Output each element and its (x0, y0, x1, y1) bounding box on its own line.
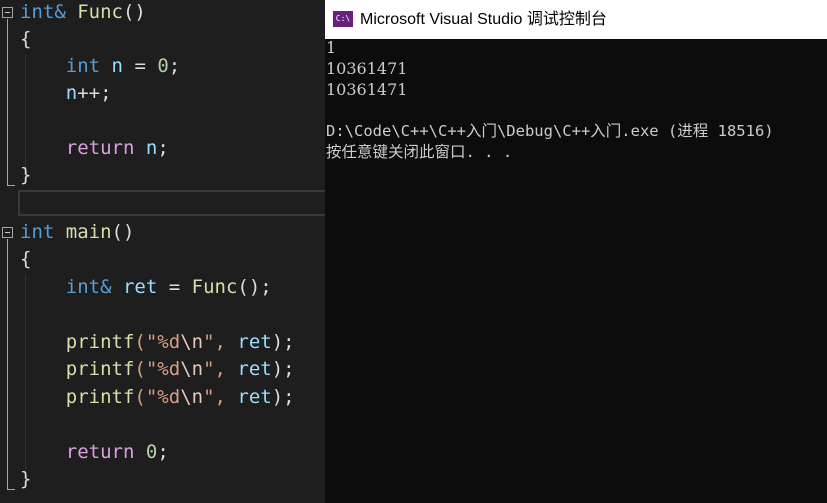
code-line-open-brace[interactable]: { (20, 26, 31, 53)
parens: ); (271, 331, 295, 353)
fold-guide-main (7, 239, 8, 489)
code-line-increment[interactable]: n++; (20, 80, 112, 107)
debug-console-window[interactable]: C:\ Microsoft Visual Studio 调试控制台 1 1036… (325, 0, 827, 503)
console-titlebar[interactable]: C:\ Microsoft Visual Studio 调试控制台 (325, 0, 827, 39)
number-literal: 0 (145, 441, 158, 463)
collapse-func-icon[interactable] (2, 7, 13, 18)
function-call: printf (65, 386, 135, 408)
parens: (); (237, 276, 272, 298)
operator: ++; (77, 82, 112, 104)
operator: = (157, 276, 192, 298)
console-output-line: 10361471 (326, 80, 408, 99)
variable: n (145, 137, 158, 159)
variable: ret (237, 386, 272, 408)
variable: ret (237, 358, 272, 380)
code-line-return[interactable]: return n; (20, 135, 169, 162)
function-name: Func (77, 1, 123, 23)
fold-guide-func-end (7, 185, 15, 186)
code-line-close-brace[interactable]: } (20, 466, 31, 493)
code-line-printf-3[interactable]: printf("%d\n", ret); (20, 384, 295, 411)
string-open: (" (134, 386, 158, 408)
console-output-line: 按任意键关闭此窗口. . . (326, 143, 513, 161)
semicolon: ; (168, 55, 181, 77)
console-title: Microsoft Visual Studio 调试控制台 (360, 11, 607, 28)
code-line-printf-2[interactable]: printf("%d\n", ret); (20, 356, 295, 383)
code-line-func-signature[interactable]: int& Func() (20, 0, 146, 26)
return-keyword: return (65, 137, 135, 159)
format-specifier: %d (157, 358, 181, 380)
parens: ); (271, 386, 295, 408)
return-type: int (20, 221, 55, 243)
console-output-line: D:\Code\C++\C++入门\Debug\C++入门.exe (进程 18… (326, 122, 774, 140)
escape-sequence: \n (180, 358, 204, 380)
brace: } (20, 164, 32, 186)
escape-sequence: \n (180, 386, 204, 408)
function-call: printf (65, 358, 135, 380)
return-type: int& (20, 1, 66, 23)
escape-sequence: \n (180, 331, 204, 353)
code-line-close-brace[interactable]: } (20, 162, 31, 189)
string-open: (" (134, 358, 158, 380)
console-output-line: 1 (326, 38, 337, 57)
variable: n (65, 82, 78, 104)
collapse-main-icon[interactable] (2, 227, 13, 238)
brace: { (20, 248, 32, 270)
variable: n (111, 55, 123, 77)
string-open: (" (134, 331, 158, 353)
code-line-ref-decl[interactable]: int& ret = Func(); (20, 274, 272, 301)
function-call: printf (65, 331, 135, 353)
format-specifier: %d (157, 386, 181, 408)
function-call: Func (191, 276, 238, 298)
parens: () (111, 221, 135, 243)
variable: ret (237, 331, 272, 353)
number-literal: 0 (157, 55, 169, 77)
code-line-main-signature[interactable]: int main() (20, 219, 134, 246)
parens: ); (271, 358, 295, 380)
code-line-return[interactable]: return 0; (20, 439, 169, 466)
brace: { (20, 28, 32, 50)
brace: } (20, 468, 32, 490)
code-line-decl[interactable]: int n = 0; (20, 53, 180, 80)
string-close: ", (203, 331, 238, 353)
string-close: ", (203, 386, 238, 408)
code-editor[interactable]: int& Func() { int n = 0; n++; return n; … (0, 0, 325, 503)
type-keyword: int& (65, 276, 112, 298)
string-close: ", (203, 358, 238, 380)
parens: () (122, 1, 146, 23)
code-line-open-brace[interactable]: { (20, 246, 31, 273)
function-name: main (65, 221, 112, 243)
fold-guide-func (7, 19, 8, 185)
code-line-printf-1[interactable]: printf("%d\n", ret); (20, 329, 295, 356)
format-specifier: %d (157, 331, 181, 353)
operator: = (123, 55, 158, 77)
semicolon: ; (157, 137, 169, 159)
type-keyword: int (65, 55, 101, 77)
variable: ret (122, 276, 158, 298)
fold-guide-main-end (7, 489, 15, 490)
console-output-line: 10361471 (326, 59, 408, 78)
return-keyword: return (65, 441, 135, 463)
current-line-highlight (18, 190, 325, 216)
semicolon: ; (157, 441, 169, 463)
console-app-icon: C:\ (333, 11, 353, 27)
